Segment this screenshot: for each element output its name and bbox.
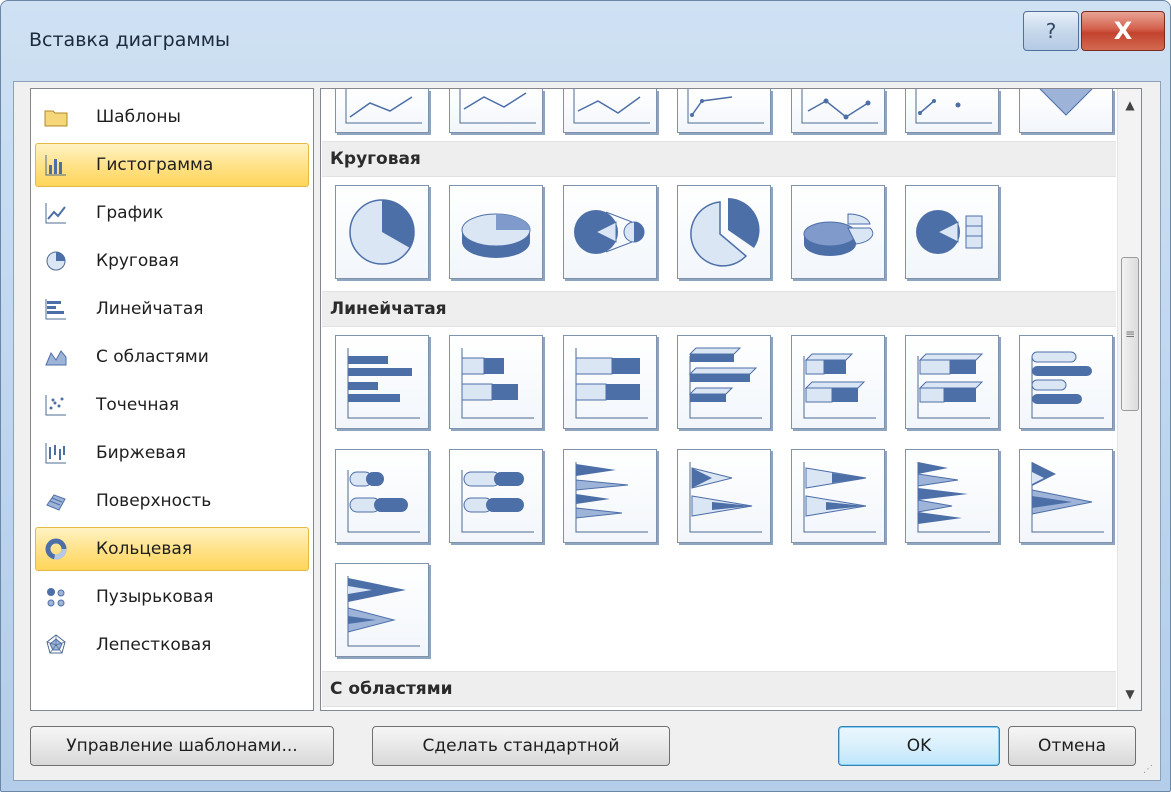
set-default-label: Сделать стандартной xyxy=(422,736,620,756)
ok-button[interactable]: OK xyxy=(838,726,1000,766)
sidebar-item-label: Шаблоны xyxy=(96,107,181,127)
ok-label: OK xyxy=(906,736,932,756)
dialog-client-area: Шаблоны Гистограмма График Круговая Лине… xyxy=(13,81,1161,781)
folder-icon xyxy=(44,105,68,129)
gallery-scrollbar[interactable]: ▲ ≡ ▼ xyxy=(1117,89,1141,710)
sidebar-item-label: Гистограмма xyxy=(96,155,214,175)
sidebar-item-label: Поверхность xyxy=(96,491,212,511)
percent-cylinder-bar-chart-thumbnail[interactable] xyxy=(449,449,543,543)
sidebar-item-label: Точечная xyxy=(96,395,180,415)
chart-thumbnail[interactable] xyxy=(677,89,771,133)
help-button[interactable]: ? xyxy=(1023,11,1079,51)
surface-chart-icon xyxy=(44,489,68,513)
cancel-button[interactable]: Отмена xyxy=(1008,726,1136,766)
sidebar-item-label: График xyxy=(96,203,164,223)
sidebar-item-templates[interactable]: Шаблоны xyxy=(35,95,309,139)
set-default-button[interactable]: Сделать стандартной xyxy=(372,726,670,766)
pyramid-3d-bar-chart-thumbnail[interactable] xyxy=(335,563,429,657)
sidebar-item-radar[interactable]: Лепестковая xyxy=(35,623,309,667)
bar-chart-icon xyxy=(44,297,68,321)
manage-templates-button[interactable]: Управление шаблонами... xyxy=(30,726,334,766)
dialog-title: Вставка диаграммы xyxy=(29,29,231,51)
chart-subtype-gallery: Круговая Линейчатая С областями ▲ ≡ ▼ xyxy=(320,88,1142,711)
sidebar-item-line[interactable]: График xyxy=(35,191,309,235)
chart-thumbnail[interactable] xyxy=(563,89,657,133)
stacked-bar-3d-chart-thumbnail[interactable] xyxy=(791,335,885,429)
pyramid-bar-chart-thumbnail[interactable] xyxy=(1019,449,1113,543)
chart-thumbnail[interactable] xyxy=(905,89,999,133)
scatter-chart-icon xyxy=(44,393,68,417)
radar-chart-icon xyxy=(44,633,68,657)
sidebar-item-label: Круговая xyxy=(96,251,179,271)
percent-stacked-bar-3d-chart-thumbnail[interactable] xyxy=(905,335,999,429)
pie-chart-icon xyxy=(44,249,68,273)
sidebar-item-label: Биржевая xyxy=(96,443,186,463)
stacked-bar-chart-thumbnail[interactable] xyxy=(449,335,543,429)
chart-thumbnail[interactable] xyxy=(335,89,429,133)
cylinder-bar-chart-thumbnail[interactable] xyxy=(1019,335,1113,429)
close-icon: X xyxy=(1113,17,1133,45)
resize-grip-icon[interactable]: ⋰ xyxy=(1143,763,1157,777)
chart-thumbnail[interactable] xyxy=(791,89,885,133)
chart-thumbnail[interactable] xyxy=(449,89,543,133)
sidebar-item-doughnut[interactable]: Кольцевая xyxy=(35,527,309,571)
sidebar-item-label: Пузырьковая xyxy=(96,587,214,607)
doughnut-chart-icon xyxy=(44,537,68,561)
sidebar-item-stock[interactable]: Биржевая xyxy=(35,431,309,475)
line-chart-icon xyxy=(44,201,68,225)
section-header-area: С областями xyxy=(322,671,1116,707)
bubble-chart-icon xyxy=(44,585,68,609)
cancel-label: Отмена xyxy=(1037,736,1107,756)
stock-chart-icon xyxy=(44,441,68,465)
chart-type-list: Шаблоны Гистограмма График Круговая Лине… xyxy=(30,88,314,711)
sidebar-item-area[interactable]: С областями xyxy=(35,335,309,379)
sidebar-item-label: С областями xyxy=(96,347,209,367)
area-chart-icon xyxy=(44,345,68,369)
help-icon: ? xyxy=(1045,19,1057,43)
stacked-cylinder-bar-chart-thumbnail[interactable] xyxy=(335,449,429,543)
column-chart-icon xyxy=(44,153,68,177)
sidebar-item-label: Лепестковая xyxy=(96,635,212,655)
percent-stacked-bar-chart-thumbnail[interactable] xyxy=(563,335,657,429)
scroll-down-arrow-icon[interactable]: ▼ xyxy=(1118,682,1141,706)
insert-chart-dialog: Вставка диаграммы ? X Шаблоны Гистограмм… xyxy=(0,0,1171,792)
sidebar-item-label: Линейчатая xyxy=(96,299,204,319)
cone-3d-bar-chart-thumbnail[interactable] xyxy=(905,449,999,543)
bar-3d-chart-thumbnail[interactable] xyxy=(677,335,771,429)
exploded-pie-chart-thumbnail[interactable] xyxy=(677,185,771,279)
scroll-up-arrow-icon[interactable]: ▲ xyxy=(1118,93,1141,117)
manage-templates-label: Управление шаблонами... xyxy=(66,736,298,756)
section-header-pie: Круговая xyxy=(322,141,1116,177)
stacked-cone-bar-chart-thumbnail[interactable] xyxy=(677,449,771,543)
bar-chart-thumbnail[interactable] xyxy=(335,335,429,429)
grip-icon: ≡ xyxy=(1124,327,1136,341)
bar-of-pie-chart-thumbnail[interactable] xyxy=(905,185,999,279)
close-button[interactable]: X xyxy=(1081,11,1165,51)
section-header-bar: Линейчатая xyxy=(322,291,1116,327)
sidebar-item-bar[interactable]: Линейчатая xyxy=(35,287,309,331)
scrollbar-thumb[interactable]: ≡ xyxy=(1121,257,1139,411)
pie-3d-chart-thumbnail[interactable] xyxy=(449,185,543,279)
percent-cone-bar-chart-thumbnail[interactable] xyxy=(791,449,885,543)
sidebar-item-column[interactable]: Гистограмма xyxy=(35,143,309,187)
exploded-pie-3d-chart-thumbnail[interactable] xyxy=(791,185,885,279)
sidebar-item-pie[interactable]: Круговая xyxy=(35,239,309,283)
sidebar-item-label: Кольцевая xyxy=(96,539,193,559)
pie-of-pie-chart-thumbnail[interactable] xyxy=(563,185,657,279)
sidebar-item-scatter[interactable]: Точечная xyxy=(35,383,309,427)
title-bar: Вставка диаграммы ? X xyxy=(1,1,1170,81)
sidebar-item-bubble[interactable]: Пузырьковая xyxy=(35,575,309,619)
sidebar-item-surface[interactable]: Поверхность xyxy=(35,479,309,523)
pie-chart-thumbnail[interactable] xyxy=(335,185,429,279)
chart-thumbnail[interactable] xyxy=(1019,89,1113,133)
cone-bar-chart-thumbnail[interactable] xyxy=(563,449,657,543)
